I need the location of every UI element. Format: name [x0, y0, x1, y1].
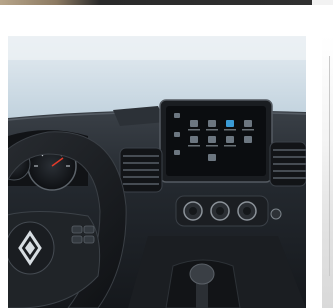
start-button: [270, 208, 282, 220]
climate-knobs: [183, 201, 257, 221]
previous-image-edge: [0, 0, 312, 5]
next-image-edge: [322, 36, 333, 308]
air-vent-center: [119, 147, 163, 193]
air-vent-right: [269, 141, 306, 187]
gear-knob: [189, 263, 215, 285]
dashboard-photo: [8, 36, 306, 308]
previous-image-edge-right: [312, 0, 333, 5]
